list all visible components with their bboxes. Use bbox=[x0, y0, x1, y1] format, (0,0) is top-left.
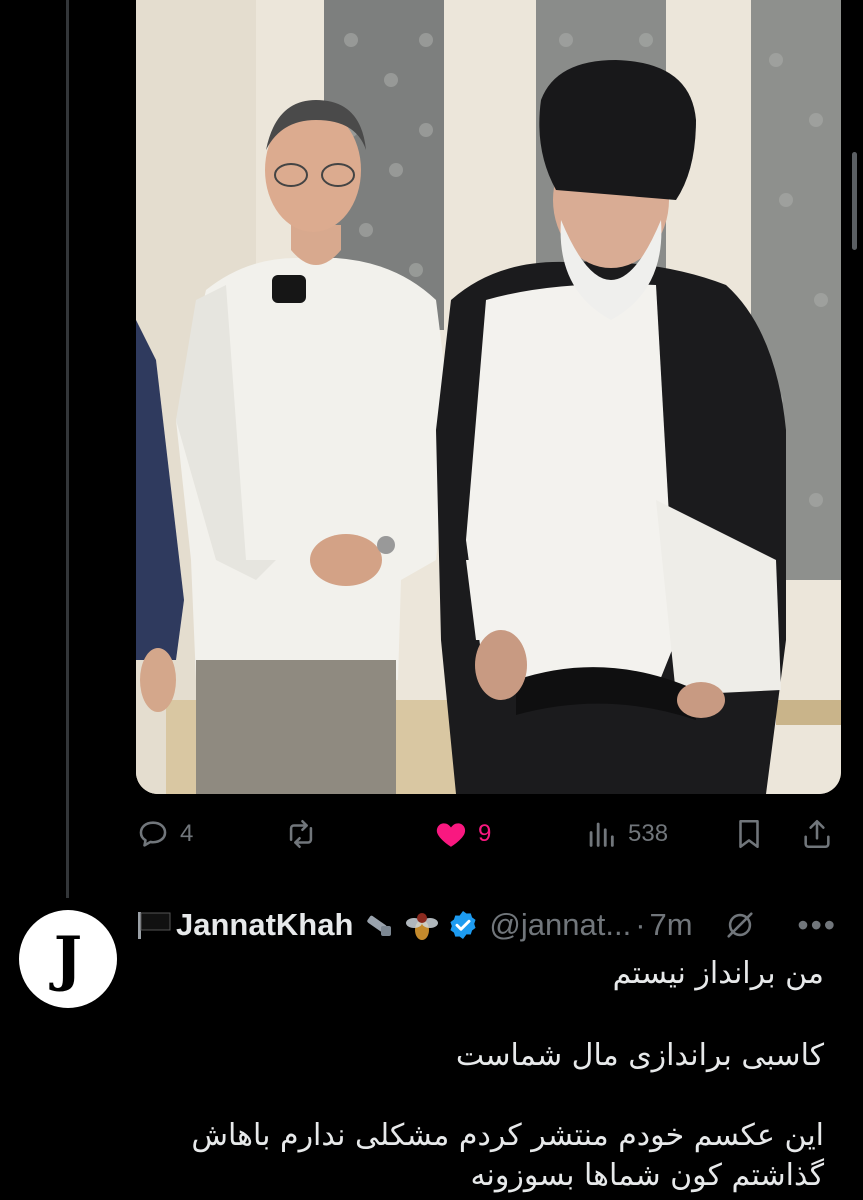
avatar-letter: J bbox=[53, 924, 83, 994]
like-button[interactable]: 9 bbox=[434, 812, 491, 856]
tweet-action-bar: 4 9 538 bbox=[136, 812, 841, 856]
share-icon bbox=[804, 819, 830, 849]
retweet-icon bbox=[289, 819, 313, 849]
like-count: 9 bbox=[478, 820, 492, 847]
heart-filled-icon bbox=[436, 823, 466, 847]
avatar[interactable]: J bbox=[19, 910, 117, 1008]
reply-button[interactable]: 4 bbox=[136, 812, 193, 856]
views-bar-chart-icon bbox=[589, 822, 614, 847]
black-flag-icon bbox=[138, 912, 171, 939]
reply-count: 4 bbox=[180, 820, 194, 847]
grok-icon[interactable] bbox=[723, 908, 757, 942]
nut-and-bolt-icon bbox=[367, 915, 392, 936]
reply-text: من برانداز نیستم کاسبی براندازی مال شماس… bbox=[136, 950, 824, 1196]
bookmark-button[interactable] bbox=[732, 812, 766, 856]
share-button[interactable] bbox=[800, 812, 834, 856]
view-count: 538 bbox=[628, 820, 669, 847]
tweet-photo[interactable] bbox=[136, 0, 841, 794]
reply-text-line-2: کاسبی براندازی مال شماست bbox=[455, 1038, 824, 1073]
bookmark-icon bbox=[739, 819, 759, 849]
separator-dot: · bbox=[635, 907, 646, 942]
thread-line bbox=[66, 0, 69, 898]
scrollbar[interactable] bbox=[852, 152, 857, 250]
timestamp[interactable]: 7m bbox=[650, 907, 693, 943]
retweet-button[interactable] bbox=[284, 812, 318, 856]
reply-text-line-3: این عکسم خودم منتشر کردم مشکلی ندارم باه… bbox=[191, 1118, 824, 1193]
views-button[interactable]: 538 bbox=[584, 812, 668, 856]
fly-icon bbox=[406, 913, 439, 940]
more-options-icon[interactable]: ••• bbox=[797, 907, 837, 944]
reply-icon bbox=[139, 821, 167, 847]
display-name[interactable]: JannatKhah bbox=[176, 907, 353, 943]
verified-badge-icon bbox=[450, 911, 476, 939]
reply-header: JannatKhah @jannat... · 7m ••• bbox=[136, 900, 841, 950]
handle[interactable]: @jannat... bbox=[489, 907, 631, 943]
reply-text-line-1: من برانداز نیستم bbox=[612, 956, 824, 991]
